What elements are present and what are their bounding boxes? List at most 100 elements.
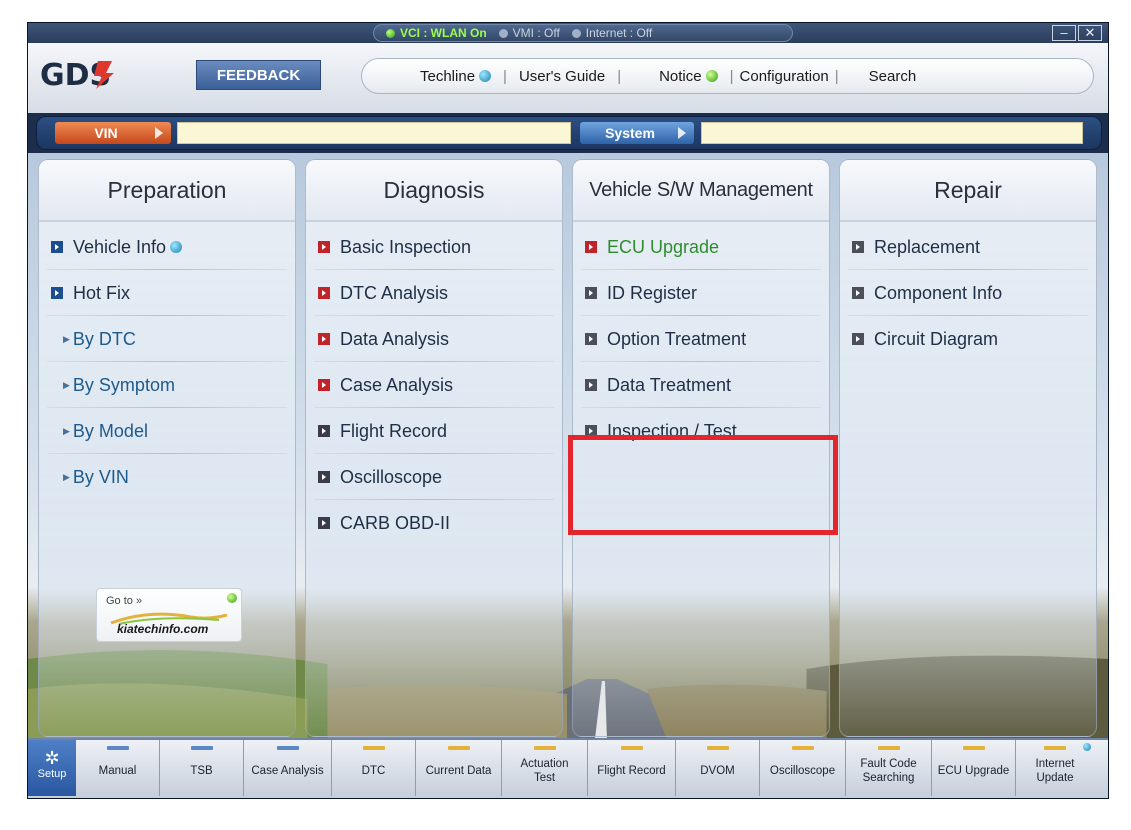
menu-item-data-analysis[interactable]: Data Analysis — [306, 316, 562, 362]
configuration-label: Configuration — [739, 67, 829, 85]
menu-item-inspection-test[interactable]: Inspection / Test — [573, 408, 829, 454]
toolbar-oscilloscope-button[interactable]: Oscilloscope — [760, 740, 846, 796]
users-guide-link[interactable]: User's Guide — [519, 68, 605, 85]
menu-item-flight-record[interactable]: Flight Record — [306, 408, 562, 454]
minimize-button[interactable]: – — [1052, 25, 1076, 41]
vmi-status-icon — [498, 28, 508, 38]
toolbar-dvom-button[interactable]: DVOM — [676, 740, 760, 796]
menu-item-dtc-analysis[interactable]: DTC Analysis — [306, 270, 562, 316]
search-link[interactable]: Search — [869, 68, 917, 85]
menu-item-basic-inspection[interactable]: Basic Inspection — [306, 224, 562, 270]
setup-button[interactable]: ✲ Setup — [28, 740, 76, 796]
nav-separator: | — [617, 67, 622, 85]
menu-item-case-analysis[interactable]: Case Analysis — [306, 362, 562, 408]
toolbar-case-analysis-button[interactable]: Case Analysis — [244, 740, 332, 796]
menu-item-label: Flight Record — [340, 420, 448, 441]
menu-item-label: Basic Inspection — [340, 236, 472, 257]
repair-title: Repair — [840, 160, 1096, 222]
menu-item-label: By Symptom — [72, 374, 175, 395]
menu-item-by-model[interactable]: ▶ By Model — [39, 408, 295, 454]
menu-item-label: By VIN — [72, 466, 129, 487]
menu-item-by-symptom[interactable]: ▶ By Symptom — [39, 362, 295, 408]
bullet-icon — [585, 241, 597, 253]
techline-link[interactable]: Techline — [420, 68, 492, 85]
goto-label: Go to » — [106, 595, 143, 607]
vci-status-icon — [386, 28, 395, 38]
toolbar-label: Manual — [98, 765, 137, 777]
close-button[interactable]: ✕ — [1078, 25, 1102, 41]
bullet-icon — [852, 333, 864, 345]
configuration-link[interactable]: Configuration — [740, 68, 829, 85]
connection-status: VCI : WLAN On VMI : Off Internet : Off — [373, 24, 793, 42]
diagnosis-title: Diagnosis — [306, 160, 562, 222]
menu-item-vehicle-info[interactable]: Vehicle Info — [39, 224, 295, 270]
triangle-bullet-icon: ▶ — [63, 379, 70, 390]
menu-item-label: By Model — [72, 420, 148, 441]
toolbar-label: Flight Record — [597, 765, 666, 777]
vin-button[interactable]: VIN — [55, 122, 171, 144]
menu-item-label: Circuit Diagram — [874, 328, 999, 349]
tab-indicator — [1044, 746, 1066, 750]
bullet-icon — [585, 425, 597, 437]
preparation-column: Preparation Vehicle Info Hot Fix ▶ By DT… — [38, 159, 296, 737]
toolbar-label: DTC — [361, 765, 386, 777]
bullet-icon — [585, 287, 597, 299]
toolbar-label: ECU Upgrade — [937, 765, 1010, 777]
bullet-icon — [318, 379, 330, 391]
bullet-icon — [852, 241, 864, 253]
setup-label: Setup — [37, 768, 67, 780]
internet-status: Internet : Off — [571, 26, 652, 40]
info-icon — [227, 593, 237, 603]
bullet-icon — [51, 241, 63, 253]
vin-label: VIN — [94, 125, 118, 141]
toolbar-internet-update-button[interactable]: Internet Update — [1016, 740, 1094, 796]
kiatechinfo-link[interactable]: Go to » kiatechinfo.com — [96, 588, 242, 642]
menu-item-label: Component Info — [874, 282, 1003, 303]
menu-item-carb-obd[interactable]: CARB OBD-II — [306, 500, 562, 546]
menu-item-circuit-diagram[interactable]: Circuit Diagram — [840, 316, 1096, 362]
vin-field[interactable] — [177, 122, 571, 144]
toolbar-label: Actuation Test — [520, 758, 569, 784]
menu-item-oscilloscope[interactable]: Oscilloscope — [306, 454, 562, 500]
menu-item-label: Case Analysis — [340, 374, 454, 395]
menu-item-ecu-upgrade[interactable]: ECU Upgrade — [573, 224, 829, 270]
toolbar-dtc-button[interactable]: DTC — [332, 740, 416, 796]
bullet-icon — [318, 287, 330, 299]
menu-item-option-treatment[interactable]: Option Treatment — [573, 316, 829, 362]
toolbar-tsb-button[interactable]: TSB — [160, 740, 244, 796]
menu-item-by-dtc[interactable]: ▶ By DTC — [39, 316, 295, 362]
nav-separator: | — [503, 67, 507, 85]
menu-item-hot-fix[interactable]: Hot Fix — [39, 270, 295, 316]
vin-bar: VIN System — [36, 116, 1102, 150]
system-field[interactable] — [701, 122, 1083, 144]
toolbar-flight-record-button[interactable]: Flight Record — [588, 740, 676, 796]
triangle-bullet-icon: ▶ — [63, 471, 70, 482]
vmi-status: VMI : Off — [498, 26, 560, 40]
menu-item-replacement[interactable]: Replacement — [840, 224, 1096, 270]
toolbar-fault-code-searching-button[interactable]: Fault Code Searching — [846, 740, 932, 796]
menu-item-id-register[interactable]: ID Register — [573, 270, 829, 316]
arrow-right-icon — [155, 127, 163, 139]
info-icon — [170, 241, 183, 253]
tab-indicator — [877, 746, 900, 750]
tab-indicator — [447, 746, 470, 750]
tab-indicator — [362, 746, 385, 750]
menu-item-data-treatment[interactable]: Data Treatment — [573, 362, 829, 408]
feedback-button[interactable]: FEEDBACK — [196, 60, 321, 90]
status-bar: VCI : WLAN On VMI : Off Internet : Off –… — [28, 23, 1108, 43]
notice-link[interactable]: Notice — [659, 68, 718, 85]
toolbar-manual-button[interactable]: Manual — [76, 740, 160, 796]
toolbar-label: Internet Update — [1035, 758, 1075, 784]
sw-management-title: Vehicle S/W Management — [573, 160, 829, 222]
system-button[interactable]: System — [580, 122, 694, 144]
menu-item-by-vin[interactable]: ▶ By VIN — [39, 454, 295, 500]
diagnosis-column: Diagnosis Basic Inspection DTC Analysis … — [305, 159, 563, 737]
toolbar-ecu-upgrade-button[interactable]: ECU Upgrade — [932, 740, 1016, 796]
notice-label: Notice — [659, 67, 702, 85]
toolbar-actuation-test-button[interactable]: Actuation Test — [502, 740, 588, 796]
bullet-icon — [585, 333, 597, 345]
info-icon — [479, 70, 492, 82]
toolbar-current-data-button[interactable]: Current Data — [416, 740, 502, 796]
menu-item-component-info[interactable]: Component Info — [840, 270, 1096, 316]
menu-item-label: Hot Fix — [73, 282, 131, 303]
